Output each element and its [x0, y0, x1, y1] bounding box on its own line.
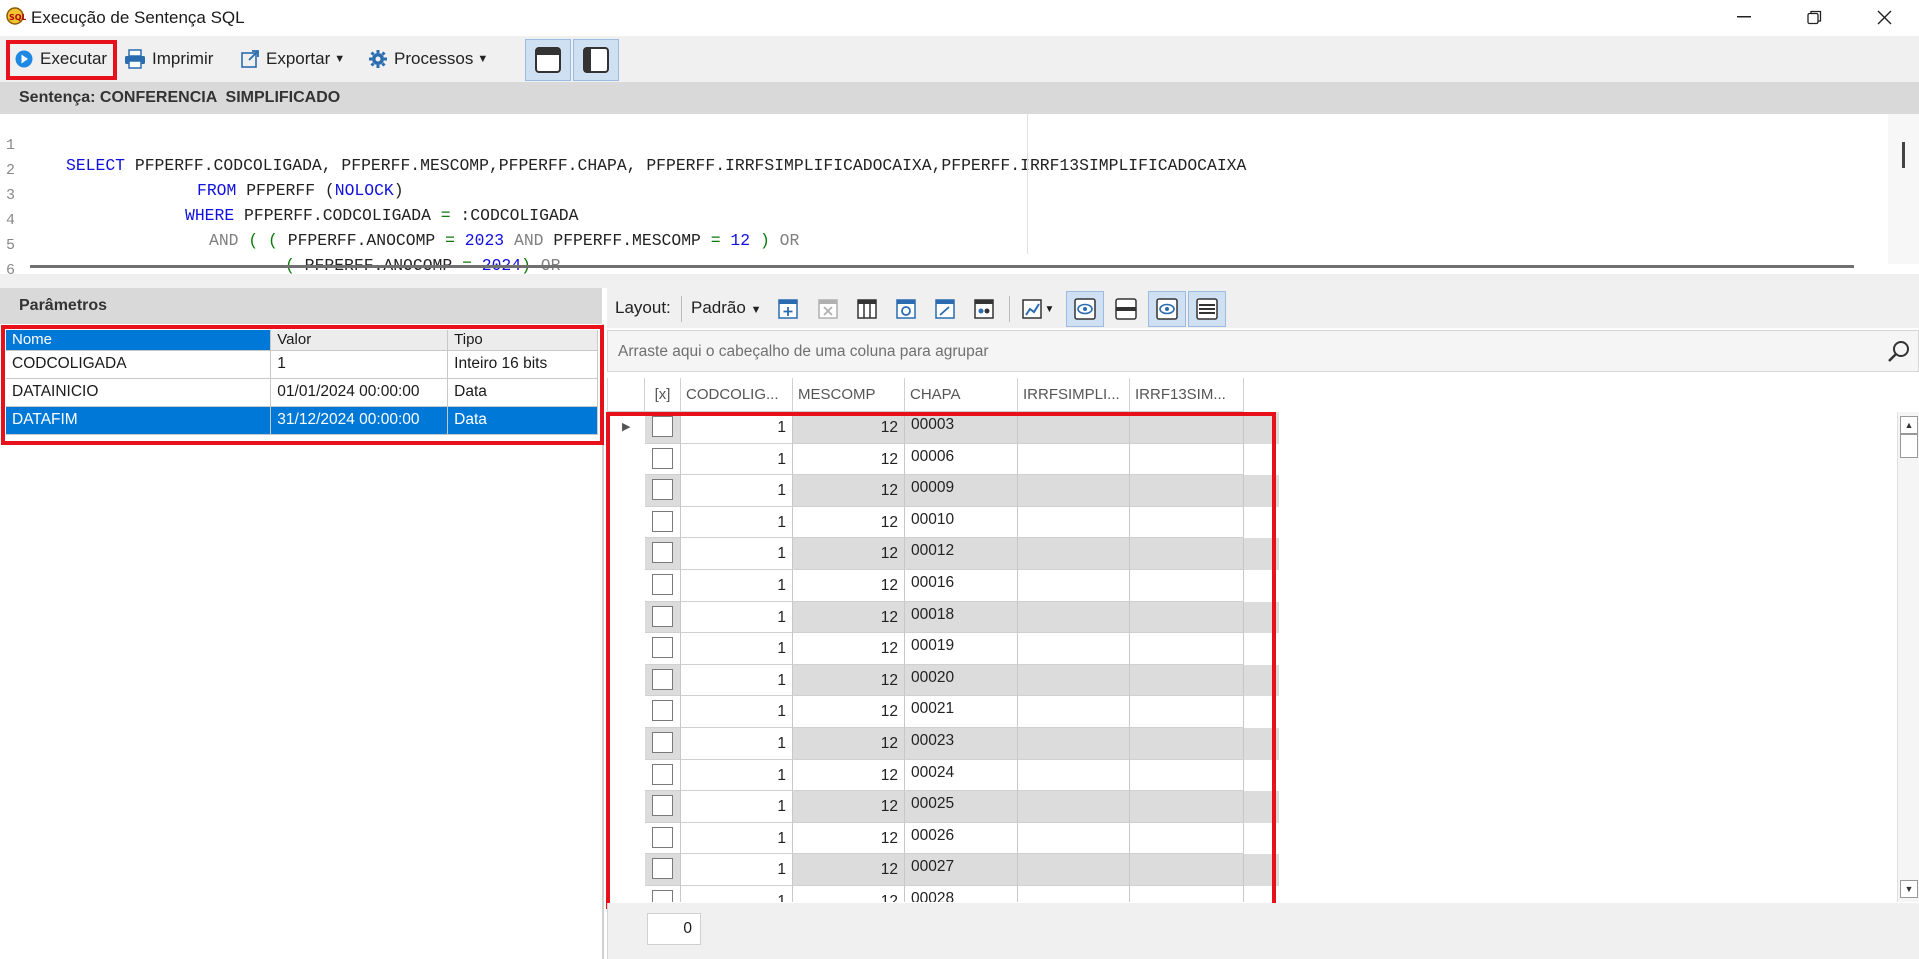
columns-icon: [857, 299, 877, 319]
export-icon: [241, 50, 259, 68]
add-layout-button[interactable]: [773, 295, 803, 323]
sentence-name: CONFERENCIA SIMPLIFICADO: [99, 89, 341, 106]
main-toolbar: Executar Imprimir Exportar ▼ Processos ▼: [0, 36, 1919, 82]
gear-icon: [369, 50, 387, 68]
line-number: 6: [6, 262, 16, 274]
title-bar: SQL Execução de Sentença SQL: [0, 0, 1919, 36]
code-text: SELECT PFPERFF.CODCOLIGADA, PFPERFF.MESC…: [66, 156, 1247, 175]
layout-select[interactable]: Padrão ▼: [691, 298, 761, 318]
code-text: WHERE PFPERFF.CODCOLIGADA = :CODCOLIGADA: [185, 206, 579, 225]
group-hint: Arraste aqui o cabeçalho de uma coluna p…: [618, 343, 989, 360]
exportar-label: Exportar: [266, 49, 331, 68]
grid-vertical-scrollbar[interactable]: ▲ ▼: [1897, 412, 1919, 902]
executar-highlight: [6, 40, 117, 80]
sentence-header: Sentença: CONFERENCIA SIMPLIFICADO: [0, 82, 1919, 114]
svg-text:SQL: SQL: [9, 13, 26, 22]
delete-icon: [818, 299, 838, 319]
chevron-down-icon: ▼: [334, 53, 346, 65]
editor-margin-line: [1027, 114, 1028, 254]
grid-highlight: [606, 412, 1276, 909]
divider: [1009, 296, 1010, 322]
horizontal-panel-icon: [535, 47, 561, 73]
params-header: Parâmetros: [0, 288, 602, 324]
col-header-irrf13simplificado[interactable]: IRRF13SIM...: [1130, 378, 1244, 412]
edit-icon: [935, 299, 955, 319]
group-by-panel[interactable]: Arraste aqui o cabeçalho de uma coluna p…: [607, 330, 1919, 372]
eye-icon: [1074, 298, 1096, 320]
layout-value: Padrão: [691, 298, 746, 317]
vertical-panel-icon: [583, 47, 609, 73]
preview-toggle[interactable]: [1066, 291, 1104, 327]
chart-button[interactable]: ▼: [1019, 295, 1057, 323]
code-text: AND ( ( PFPERFF.ANOCOMP = 2023 AND PFPER…: [209, 231, 800, 250]
editor-vertical-scrollbar[interactable]: [1888, 114, 1919, 264]
imprimir-label: Imprimir: [152, 49, 214, 68]
chevron-down-icon: ▼: [750, 304, 762, 316]
panel-splitter[interactable]: [0, 274, 1919, 288]
sentence-label: Sentença:: [19, 89, 96, 106]
layout-label: Layout:: [615, 298, 671, 317]
code-line: 3 WHERE PFPERFF.CODCOLIGADA = :CODCOLIGA…: [0, 168, 578, 225]
col-header-mescomp[interactable]: MESCOMP: [793, 378, 905, 412]
row-indicator-header: [608, 378, 645, 412]
printer-icon: [125, 49, 145, 69]
window-title: Execução de Sentença SQL: [31, 8, 245, 27]
col-header-codcoligada[interactable]: CODCOLIG...: [681, 378, 793, 412]
params-title: Parâmetros: [19, 297, 108, 314]
processos-label: Processos: [394, 49, 474, 68]
edit-layout-button[interactable]: [930, 295, 960, 323]
close-icon: [1877, 10, 1891, 24]
chevron-down-icon: ▼: [1044, 303, 1055, 315]
split-horizontal-button[interactable]: [1107, 295, 1145, 323]
search-icon[interactable]: [1886, 339, 1912, 365]
exportar-button[interactable]: Exportar ▼: [236, 45, 349, 73]
layout-horizontal-toggle[interactable]: [525, 39, 571, 81]
divider: [681, 296, 682, 322]
minimize-icon: [1737, 16, 1751, 18]
code-line: 4 AND ( ( PFPERFF.ANOCOMP = 2023 AND PFP…: [0, 193, 799, 250]
grid-icon: [1196, 298, 1218, 320]
minimize-button[interactable]: [1709, 0, 1779, 34]
col-header-chapa[interactable]: CHAPA: [905, 378, 1018, 412]
columns-button[interactable]: [852, 295, 882, 323]
code-text: FROM PFPERFF (NOLOCK): [197, 181, 404, 200]
chart-icon: [1021, 299, 1042, 319]
split-icon: [1115, 298, 1137, 320]
add-icon: [778, 299, 798, 319]
restore-button[interactable]: [1779, 0, 1849, 34]
col-header-select[interactable]: [x]: [645, 378, 681, 412]
chevron-down-icon: ▼: [477, 53, 489, 65]
results-toolbar: Layout: Padrão ▼ ▼: [607, 288, 1919, 328]
grid-header: [x] CODCOLIG... MESCOMP CHAPA IRRFSIMPLI…: [608, 378, 1919, 412]
filter-icon: [974, 299, 994, 319]
preview-panel-toggle[interactable]: [1148, 291, 1186, 327]
sql-app-icon: SQL: [6, 7, 26, 25]
scroll-down-button[interactable]: ▼: [1900, 880, 1918, 898]
sql-editor[interactable]: 1 SELECT PFPERFF.CODCOLIGADA, PFPERFF.ME…: [0, 114, 1919, 274]
filter-layout-button[interactable]: [969, 295, 999, 323]
editor-horizontal-scrollbar[interactable]: [30, 265, 1854, 268]
close-button[interactable]: [1849, 0, 1919, 34]
eye-icon: [1156, 298, 1178, 320]
imprimir-button[interactable]: Imprimir: [120, 45, 217, 73]
layout-settings-button[interactable]: [891, 295, 921, 323]
col-header-irrfsimplificado[interactable]: IRRFSIMPLI...: [1018, 378, 1130, 412]
params-highlight: [1, 325, 604, 445]
scroll-thumb[interactable]: [1900, 434, 1918, 458]
scroll-thumb[interactable]: [1902, 142, 1905, 168]
settings-icon: [896, 299, 916, 319]
grid-lines-toggle[interactable]: [1188, 291, 1226, 327]
layout-vertical-toggle[interactable]: [573, 39, 619, 81]
restore-icon: [1806, 10, 1821, 24]
code-line: 2 FROM PFPERFF (NOLOCK): [0, 143, 404, 200]
scroll-up-button[interactable]: ▲: [1900, 416, 1918, 434]
processos-button[interactable]: Processos ▼: [364, 45, 492, 73]
delete-layout-button[interactable]: [813, 295, 843, 323]
grid-footer: 0: [607, 903, 1919, 959]
selected-count: 0: [647, 913, 701, 945]
code-line: 1 SELECT PFPERFF.CODCOLIGADA, PFPERFF.ME…: [0, 118, 1246, 175]
code-line: 5 ( PFPERFF.ANOCOMP = 2024) OR: [0, 218, 560, 274]
